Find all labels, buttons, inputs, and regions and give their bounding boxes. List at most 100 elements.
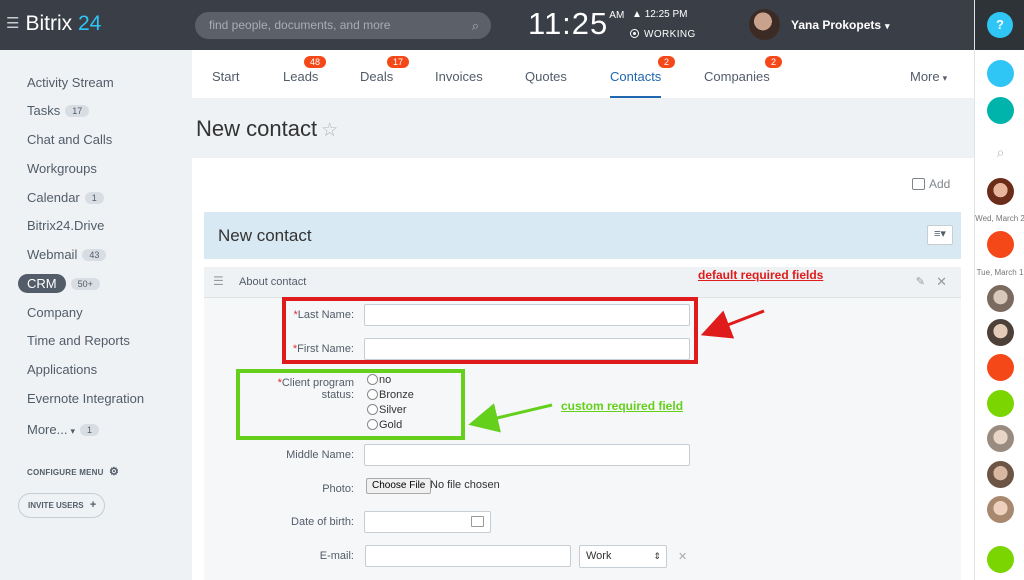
sidebar-item-label: CRM bbox=[18, 274, 66, 293]
sidebar-item-label: Workgroups bbox=[27, 161, 97, 176]
sidebar-item-tasks[interactable]: Tasks 17 bbox=[27, 103, 90, 118]
search-icon[interactable]: ⌕ bbox=[987, 140, 1014, 167]
email-input[interactable] bbox=[365, 545, 571, 567]
sidebar-item-label: Bitrix24.Drive bbox=[27, 218, 105, 233]
sidebar-item-webmail[interactable]: Webmail 43 bbox=[27, 247, 107, 262]
tab-start[interactable]: Start bbox=[212, 69, 239, 84]
choose-file-button[interactable]: Choose File bbox=[366, 478, 432, 494]
invite-users-button[interactable]: INVITE USERS + bbox=[18, 493, 105, 518]
menu-icon: ≡▾ bbox=[934, 228, 946, 240]
tab-contacts[interactable]: Contacts 2 bbox=[610, 56, 676, 98]
page-title-text: New contact bbox=[196, 116, 318, 141]
tab-label: Contacts bbox=[610, 69, 662, 84]
user-menu[interactable]: Yana Prokopets ▾ bbox=[791, 18, 890, 32]
search-icon[interactable]: ⌕ bbox=[472, 12, 479, 39]
sidebar-item-label: Webmail bbox=[27, 247, 78, 262]
chevron-down-icon: ▾ bbox=[885, 21, 890, 31]
contact-avatar[interactable] bbox=[987, 178, 1014, 205]
sidebar-item-activity-stream[interactable]: Activity Stream bbox=[27, 75, 114, 90]
sidebar-item-time-and-reports[interactable]: Time and Reports bbox=[27, 333, 130, 348]
sidebar-item-label: Applications bbox=[27, 362, 98, 377]
avatar[interactable] bbox=[749, 9, 780, 40]
work-time-value: 12:25 PM bbox=[644, 9, 688, 20]
tab-leads[interactable]: Leads 48 bbox=[283, 56, 327, 84]
tab-label: Quotes bbox=[525, 69, 567, 84]
call-icon[interactable] bbox=[987, 546, 1014, 573]
sidebar-item-evernote[interactable]: Evernote Integration bbox=[27, 391, 144, 406]
tab-quotes[interactable]: Quotes bbox=[525, 69, 567, 84]
help-button[interactable]: ? bbox=[987, 12, 1013, 38]
sidebar-item-label: Calendar bbox=[27, 190, 80, 205]
sidebar-item-company[interactable]: Company bbox=[27, 305, 83, 320]
sidebar-item-crm[interactable]: CRM 50+ bbox=[18, 274, 100, 293]
sidebar: Activity Stream Tasks 17 Chat and Calls W… bbox=[0, 50, 192, 580]
invite-users-label: INVITE USERS bbox=[28, 501, 84, 510]
configure-menu-label: CONFIGURE MENU bbox=[27, 468, 104, 477]
star-icon[interactable]: ☆ bbox=[321, 120, 338, 141]
section-menu-button[interactable]: ≡▾ bbox=[927, 225, 953, 245]
contact-avatar[interactable] bbox=[987, 425, 1014, 452]
sidebar-item-applications[interactable]: Applications bbox=[27, 362, 97, 377]
chevron-down-icon: ▾ bbox=[70, 426, 75, 436]
sidebar-item-chat-and-calls[interactable]: Chat and Calls bbox=[27, 132, 112, 147]
default-required-note: default required fields bbox=[698, 268, 824, 282]
work-status[interactable]: WORKING bbox=[630, 29, 696, 40]
chat-icon[interactable] bbox=[987, 97, 1014, 124]
count-badge: 17 bbox=[387, 56, 410, 68]
sidebar-item-more[interactable]: More... ▾ 1 bbox=[27, 422, 100, 437]
clock[interactable]: 11:25AM bbox=[528, 6, 624, 42]
count-badge: 48 bbox=[304, 56, 327, 68]
close-icon[interactable]: ✕ bbox=[936, 274, 947, 290]
crm-tabs: Start Leads 48 Deals 17 Invoices Quotes Co… bbox=[192, 50, 974, 98]
sidebar-item-label: Tasks bbox=[27, 103, 61, 118]
sidebar-item-workgroups[interactable]: Workgroups bbox=[27, 161, 97, 176]
phone-icon[interactable] bbox=[987, 231, 1014, 258]
tab-label: Deals bbox=[360, 69, 394, 84]
calendar-icon[interactable] bbox=[471, 516, 484, 527]
section-header: New contact ≡▾ bbox=[204, 212, 961, 259]
tab-label: Companies bbox=[704, 69, 770, 84]
tab-label: Leads bbox=[283, 69, 319, 84]
page-title: New contact ☆ bbox=[196, 116, 338, 142]
middle-name-label: Middle Name: bbox=[286, 449, 354, 461]
count-badge: 2 bbox=[765, 56, 783, 68]
tab-label: More bbox=[910, 69, 940, 84]
remove-email-icon[interactable]: ✕ bbox=[678, 550, 687, 563]
megaphone-icon[interactable] bbox=[987, 354, 1014, 381]
email-label: E-mail: bbox=[319, 550, 354, 562]
email-type-value: Work bbox=[586, 550, 612, 562]
dob-label: Date of birth: bbox=[291, 516, 354, 528]
tab-invoices[interactable]: Invoices bbox=[435, 69, 483, 84]
contact-avatar[interactable] bbox=[987, 496, 1014, 523]
sidebar-item-label: Chat and Calls bbox=[27, 132, 113, 147]
pencil-icon[interactable]: ✎ bbox=[916, 275, 925, 288]
work-status-label: WORKING bbox=[644, 29, 696, 40]
sidebar-item-label: Time and Reports bbox=[27, 333, 130, 348]
status-icon bbox=[630, 29, 639, 38]
count-badge: 50+ bbox=[70, 278, 100, 290]
section-title: New contact bbox=[218, 226, 312, 245]
contact-avatar[interactable] bbox=[987, 319, 1014, 346]
tab-companies[interactable]: Companies 2 bbox=[704, 56, 783, 84]
configure-menu-button[interactable]: CONFIGURE MENU ⚙ bbox=[27, 465, 119, 478]
email-type-select[interactable]: Work ⇕ bbox=[579, 545, 667, 568]
tab-deals[interactable]: Deals 17 bbox=[360, 56, 410, 84]
logo[interactable]: ☰ Bitrix 24 bbox=[6, 12, 101, 36]
notifications-icon[interactable] bbox=[987, 60, 1014, 87]
contact-avatar[interactable] bbox=[987, 285, 1014, 312]
middle-name-input[interactable] bbox=[364, 444, 690, 466]
megaphone-icon[interactable] bbox=[987, 390, 1014, 417]
select-arrows-icon: ⇕ bbox=[653, 551, 661, 561]
drag-handle-icon[interactable]: ☰ bbox=[213, 274, 224, 288]
sidebar-item-label: More... bbox=[27, 422, 68, 437]
right-bar: ? ⌕ Wed, March 2 Tue, March 1 bbox=[974, 0, 1024, 580]
menu-icon[interactable]: ☰ bbox=[6, 15, 19, 32]
search-placeholder: find people, documents, and more bbox=[209, 18, 391, 32]
sidebar-item-drive[interactable]: Bitrix24.Drive bbox=[27, 218, 104, 233]
add-label: Add bbox=[929, 177, 951, 191]
sidebar-item-calendar[interactable]: Calendar 1 bbox=[27, 190, 104, 205]
search-input[interactable]: find people, documents, and more ⌕ bbox=[195, 12, 491, 39]
contact-avatar[interactable] bbox=[987, 461, 1014, 488]
tab-more[interactable]: More ▾ bbox=[910, 69, 947, 84]
add-button[interactable]: Add bbox=[912, 177, 950, 191]
